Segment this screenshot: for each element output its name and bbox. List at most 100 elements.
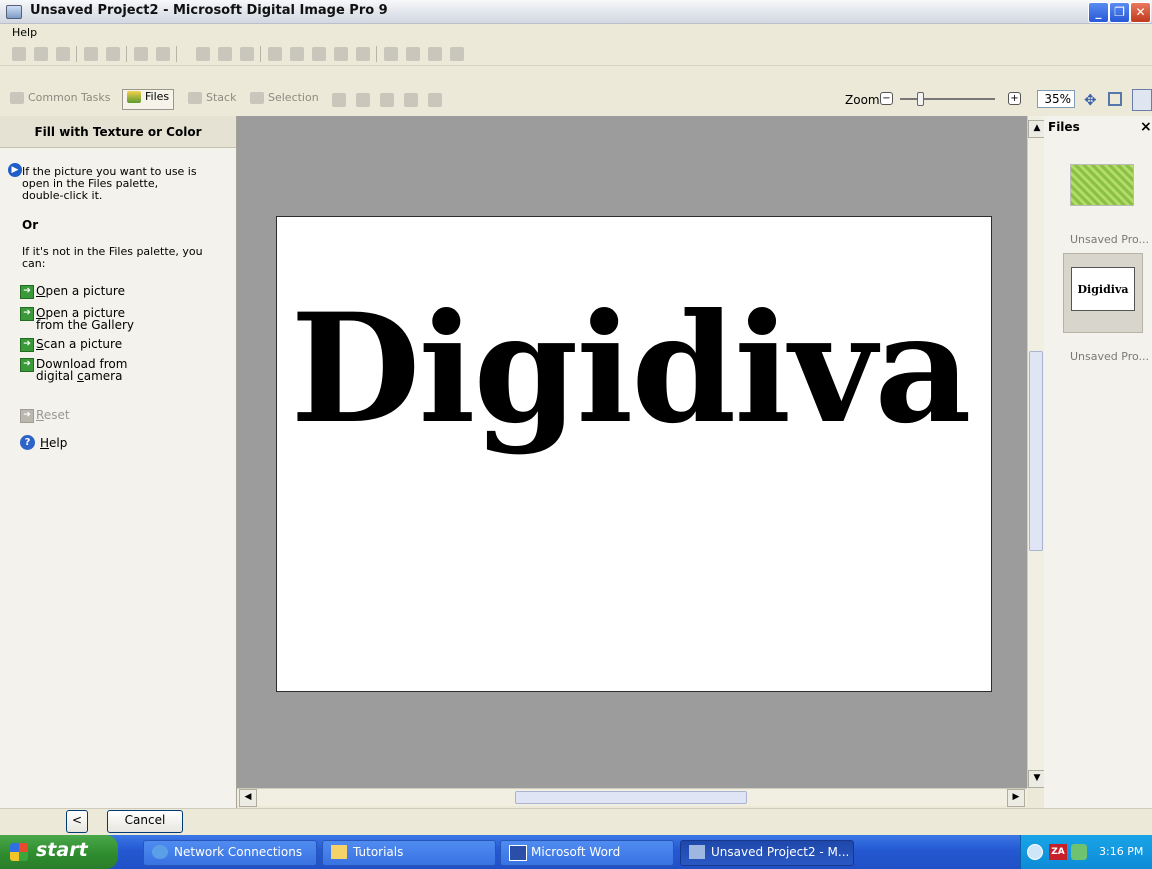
menu-bar: Help: [0, 24, 1152, 42]
rotate-right-icon[interactable]: [334, 47, 348, 61]
bottom-bar: < Cancel: [0, 808, 1152, 835]
work-area[interactable]: Digidiva: [237, 116, 1027, 788]
title-bar: Unsaved Project2 - Microsoft Digital Ima…: [0, 0, 1152, 24]
stack-icon: [188, 92, 202, 104]
arrow-icon: ➔: [20, 338, 34, 352]
taskbar-item-network[interactable]: Network Connections: [143, 840, 317, 866]
open-icon[interactable]: [34, 47, 48, 61]
email-icon[interactable]: [84, 47, 98, 61]
canvas-text[interactable]: Digidiva: [285, 289, 975, 449]
levels-icon[interactable]: [428, 47, 442, 61]
tasks-icon: [10, 92, 24, 104]
open-gallery-link[interactable]: Open a picture from the Gallery: [36, 307, 134, 331]
system-tray: ZA 3:16 PM: [1020, 835, 1152, 869]
start-label: start: [36, 839, 88, 861]
straighten-icon[interactable]: [356, 47, 370, 61]
tab-files[interactable]: Files: [122, 89, 175, 110]
tab-common-tasks[interactable]: Common Tasks: [10, 91, 111, 110]
horizontal-scrollbar[interactable]: ◀ ▶: [237, 788, 1027, 807]
pan-icon[interactable]: ✥: [1084, 91, 1097, 109]
or-label: Or: [22, 218, 39, 232]
back-button[interactable]: <: [66, 810, 88, 833]
fit-to-window-icon[interactable]: [1108, 92, 1122, 106]
contrast-icon[interactable]: [406, 47, 420, 61]
start-button[interactable]: start: [0, 835, 118, 869]
print-icon[interactable]: [106, 47, 120, 61]
file-label: Unsaved Pro...: [1070, 233, 1149, 246]
tray-expand-icon[interactable]: [1027, 844, 1043, 860]
hand-tool-icon[interactable]: [1132, 89, 1152, 111]
taskbar-item-digital-image[interactable]: Unsaved Project2 - M...: [680, 840, 854, 866]
standard-toolbar: [0, 42, 1152, 66]
task-pane: Fill with Texture or Color ▶ If the pict…: [0, 116, 237, 808]
tabs-toolbar: Common Tasks Files Stack Selection Zoom …: [0, 66, 1152, 116]
brightness-icon[interactable]: [384, 47, 398, 61]
pointer-icon[interactable]: [332, 93, 346, 107]
select-area-icon[interactable]: [356, 93, 370, 107]
digital-image-icon: [689, 845, 705, 859]
minimize-button[interactable]: _: [1088, 2, 1109, 23]
undo-icon[interactable]: [134, 47, 148, 61]
files-icon: [127, 91, 141, 103]
zoom-out-button[interactable]: −: [880, 92, 893, 105]
zonealarm-icon[interactable]: ZA: [1049, 844, 1067, 860]
magic-wand-icon[interactable]: [428, 93, 442, 107]
crop-icon[interactable]: [380, 93, 394, 107]
taskbar-item-word[interactable]: Microsoft Word: [500, 840, 674, 866]
network-tray-icon[interactable]: [1071, 844, 1087, 860]
zoom-slider-track[interactable]: [900, 98, 995, 100]
open-picture-link[interactable]: Open a picture: [36, 285, 125, 297]
clock[interactable]: 3:16 PM: [1099, 845, 1143, 858]
alt-text: If it's not in the Files palette, you ca…: [22, 245, 203, 270]
taskbar-item-tutorials[interactable]: Tutorials: [322, 840, 496, 866]
vertical-scroll-thumb[interactable]: [1029, 351, 1043, 551]
menu-help[interactable]: Help: [12, 26, 37, 39]
copy-icon[interactable]: [218, 47, 232, 61]
file-label: Unsaved Pro...: [1070, 350, 1149, 363]
vertical-scrollbar[interactable]: ▲ ▼: [1027, 116, 1046, 788]
arrow-icon: ➔: [20, 285, 34, 299]
scroll-left-icon[interactable]: ◀: [239, 789, 257, 807]
mirror-icon[interactable]: [290, 47, 304, 61]
help-link[interactable]: Help: [40, 437, 67, 449]
rotate-left-icon[interactable]: [312, 47, 326, 61]
flip-icon[interactable]: [268, 47, 282, 61]
zoom-slider-thumb[interactable]: [917, 92, 924, 106]
zoom-in-button[interactable]: +: [1008, 92, 1021, 105]
close-button[interactable]: ✕: [1130, 2, 1151, 23]
scroll-right-icon[interactable]: ▶: [1007, 789, 1025, 807]
cancel-button[interactable]: Cancel: [107, 810, 183, 833]
folder-icon: [331, 845, 347, 859]
download-camera-link[interactable]: Download from digital camera: [36, 358, 127, 382]
save-icon[interactable]: [56, 47, 70, 61]
reset-link[interactable]: Reset: [36, 409, 70, 421]
horizontal-scroll-thumb[interactable]: [515, 791, 747, 804]
word-icon: [509, 845, 527, 861]
tab-stack[interactable]: Stack: [188, 91, 236, 110]
reset-icon: ➔: [20, 409, 34, 423]
files-palette-close[interactable]: ×: [1140, 116, 1152, 138]
tab-selection[interactable]: Selection: [250, 91, 319, 110]
zoom-tool-icon[interactable]: [404, 93, 418, 107]
restore-button[interactable]: ❐: [1109, 2, 1130, 23]
taskbar: start Network Connections Tutorials Micr…: [0, 835, 1152, 869]
files-palette-header: Files ×: [1044, 116, 1152, 138]
selection-icon: [250, 92, 264, 104]
app-icon[interactable]: [6, 5, 22, 19]
files-palette-title: Files: [1048, 120, 1080, 134]
new-icon[interactable]: [12, 47, 26, 61]
zoom-value-field[interactable]: 35%: [1037, 90, 1075, 108]
files-palette: Files × Unsaved Pro... Digidiva Unsaved …: [1044, 116, 1152, 808]
image-canvas[interactable]: Digidiva: [276, 216, 992, 692]
cut-icon[interactable]: [196, 47, 210, 61]
info-arrow-icon: ▶: [8, 163, 22, 177]
scan-picture-link[interactable]: Scan a picture: [36, 338, 122, 350]
file-thumbnail-selected[interactable]: Digidiva: [1063, 253, 1143, 333]
touchup-icon[interactable]: [450, 47, 464, 61]
paste-icon[interactable]: [240, 47, 254, 61]
task-pane-title: Fill with Texture or Color: [0, 116, 236, 148]
file-thumbnail-texture[interactable]: [1070, 164, 1134, 206]
redo-icon[interactable]: [156, 47, 170, 61]
arrow-icon: ➔: [20, 358, 34, 372]
arrow-icon: ➔: [20, 307, 34, 321]
